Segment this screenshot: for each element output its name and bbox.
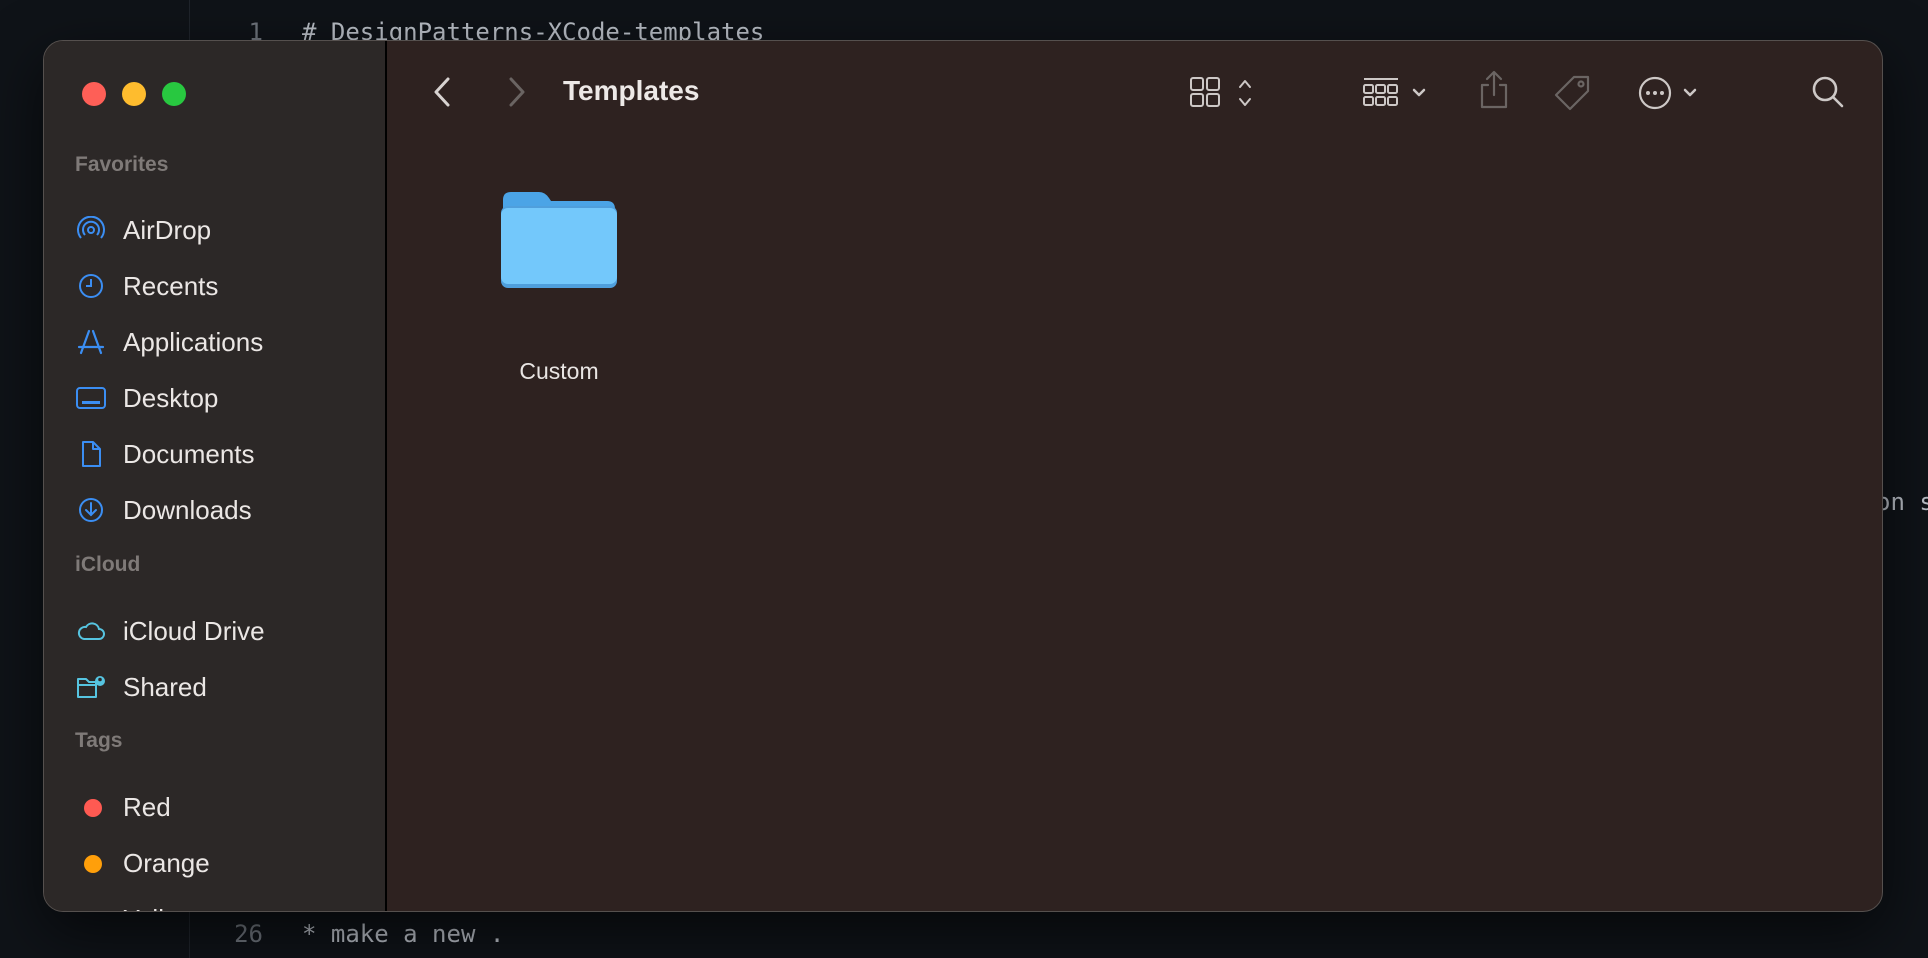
download-icon [79,498,103,522]
minimize-window-button[interactable] [122,82,146,106]
window-title: Templates [563,75,700,106]
sidebar-section-favorites: Favorites [75,153,169,176]
zoom-window-button[interactable] [162,82,186,106]
clock-icon [79,274,103,298]
sidebar-item-documents[interactable]: Documents [44,431,384,477]
folder-item-custom[interactable]: Custom [452,186,666,396]
sidebar-item-label: Red [123,792,171,822]
sidebar-item-shared[interactable]: Shared [44,664,384,710]
tag-button[interactable] [1552,73,1594,113]
sidebar-item-applications[interactable]: Applications [44,319,384,365]
view-mode-button[interactable] [1188,75,1272,111]
yellow-tag-dot-icon [84,911,102,912]
sidebar-item-tag-red[interactable]: Red [44,784,384,830]
applications-icon [77,329,105,355]
folder-icon [501,192,617,288]
sidebar-item-tag-yellow[interactable]: Yellow [44,896,384,912]
sidebar-item-label: iCloud Drive [123,616,265,646]
folder-label: Custom [519,358,599,384]
more-actions-button[interactable] [1637,75,1707,111]
sidebar-item-label: AirDrop [123,215,212,245]
sidebar-section-icloud: iCloud [75,553,141,576]
sidebar-item-airdrop[interactable]: AirDrop [44,207,384,253]
shared-folder-icon [77,676,105,698]
desktop-icon [76,387,106,409]
finder-window: Favorites AirDrop Recents Applications D… [43,40,1883,912]
sidebar-item-icloud-drive[interactable]: iCloud Drive [44,608,384,654]
sidebar-item-label: Downloads [123,495,252,525]
code-overflow-text: on s [1876,488,1928,516]
sidebar-item-label: Documents [123,439,255,469]
group-by-button[interactable] [1362,75,1442,111]
sidebar-item-label: Yellow [123,904,197,911]
back-button[interactable] [428,75,458,109]
sidebar-item-label: Orange [123,848,210,878]
sidebar-item-label: Applications [123,327,264,357]
search-button[interactable] [1810,74,1846,110]
sidebar: Favorites AirDrop Recents Applications D… [44,41,387,911]
sidebar-item-downloads[interactable]: Downloads [44,487,384,533]
line-number: 26 [234,920,263,948]
sidebar-item-label: Recents [123,271,219,301]
close-window-button[interactable] [82,82,106,106]
sidebar-item-tag-orange[interactable]: Orange [44,840,384,886]
desktop-background: 1 # DesignPatterns-XCode-templates 26 * … [0,0,1928,958]
airdrop-icon [77,216,105,239]
document-icon [82,441,101,467]
code-line: * make a new . [302,920,505,948]
sidebar-item-label: Shared [123,672,207,702]
red-tag-dot-icon [84,799,102,817]
sidebar-item-label: Desktop [123,383,219,413]
sidebar-item-recents[interactable]: Recents [44,263,384,309]
forward-button[interactable] [501,75,531,109]
orange-tag-dot-icon [84,855,102,873]
sidebar-item-desktop[interactable]: Desktop [44,375,384,421]
cloud-icon [77,622,105,640]
share-button[interactable] [1476,69,1512,111]
sidebar-section-tags: Tags [75,729,123,752]
